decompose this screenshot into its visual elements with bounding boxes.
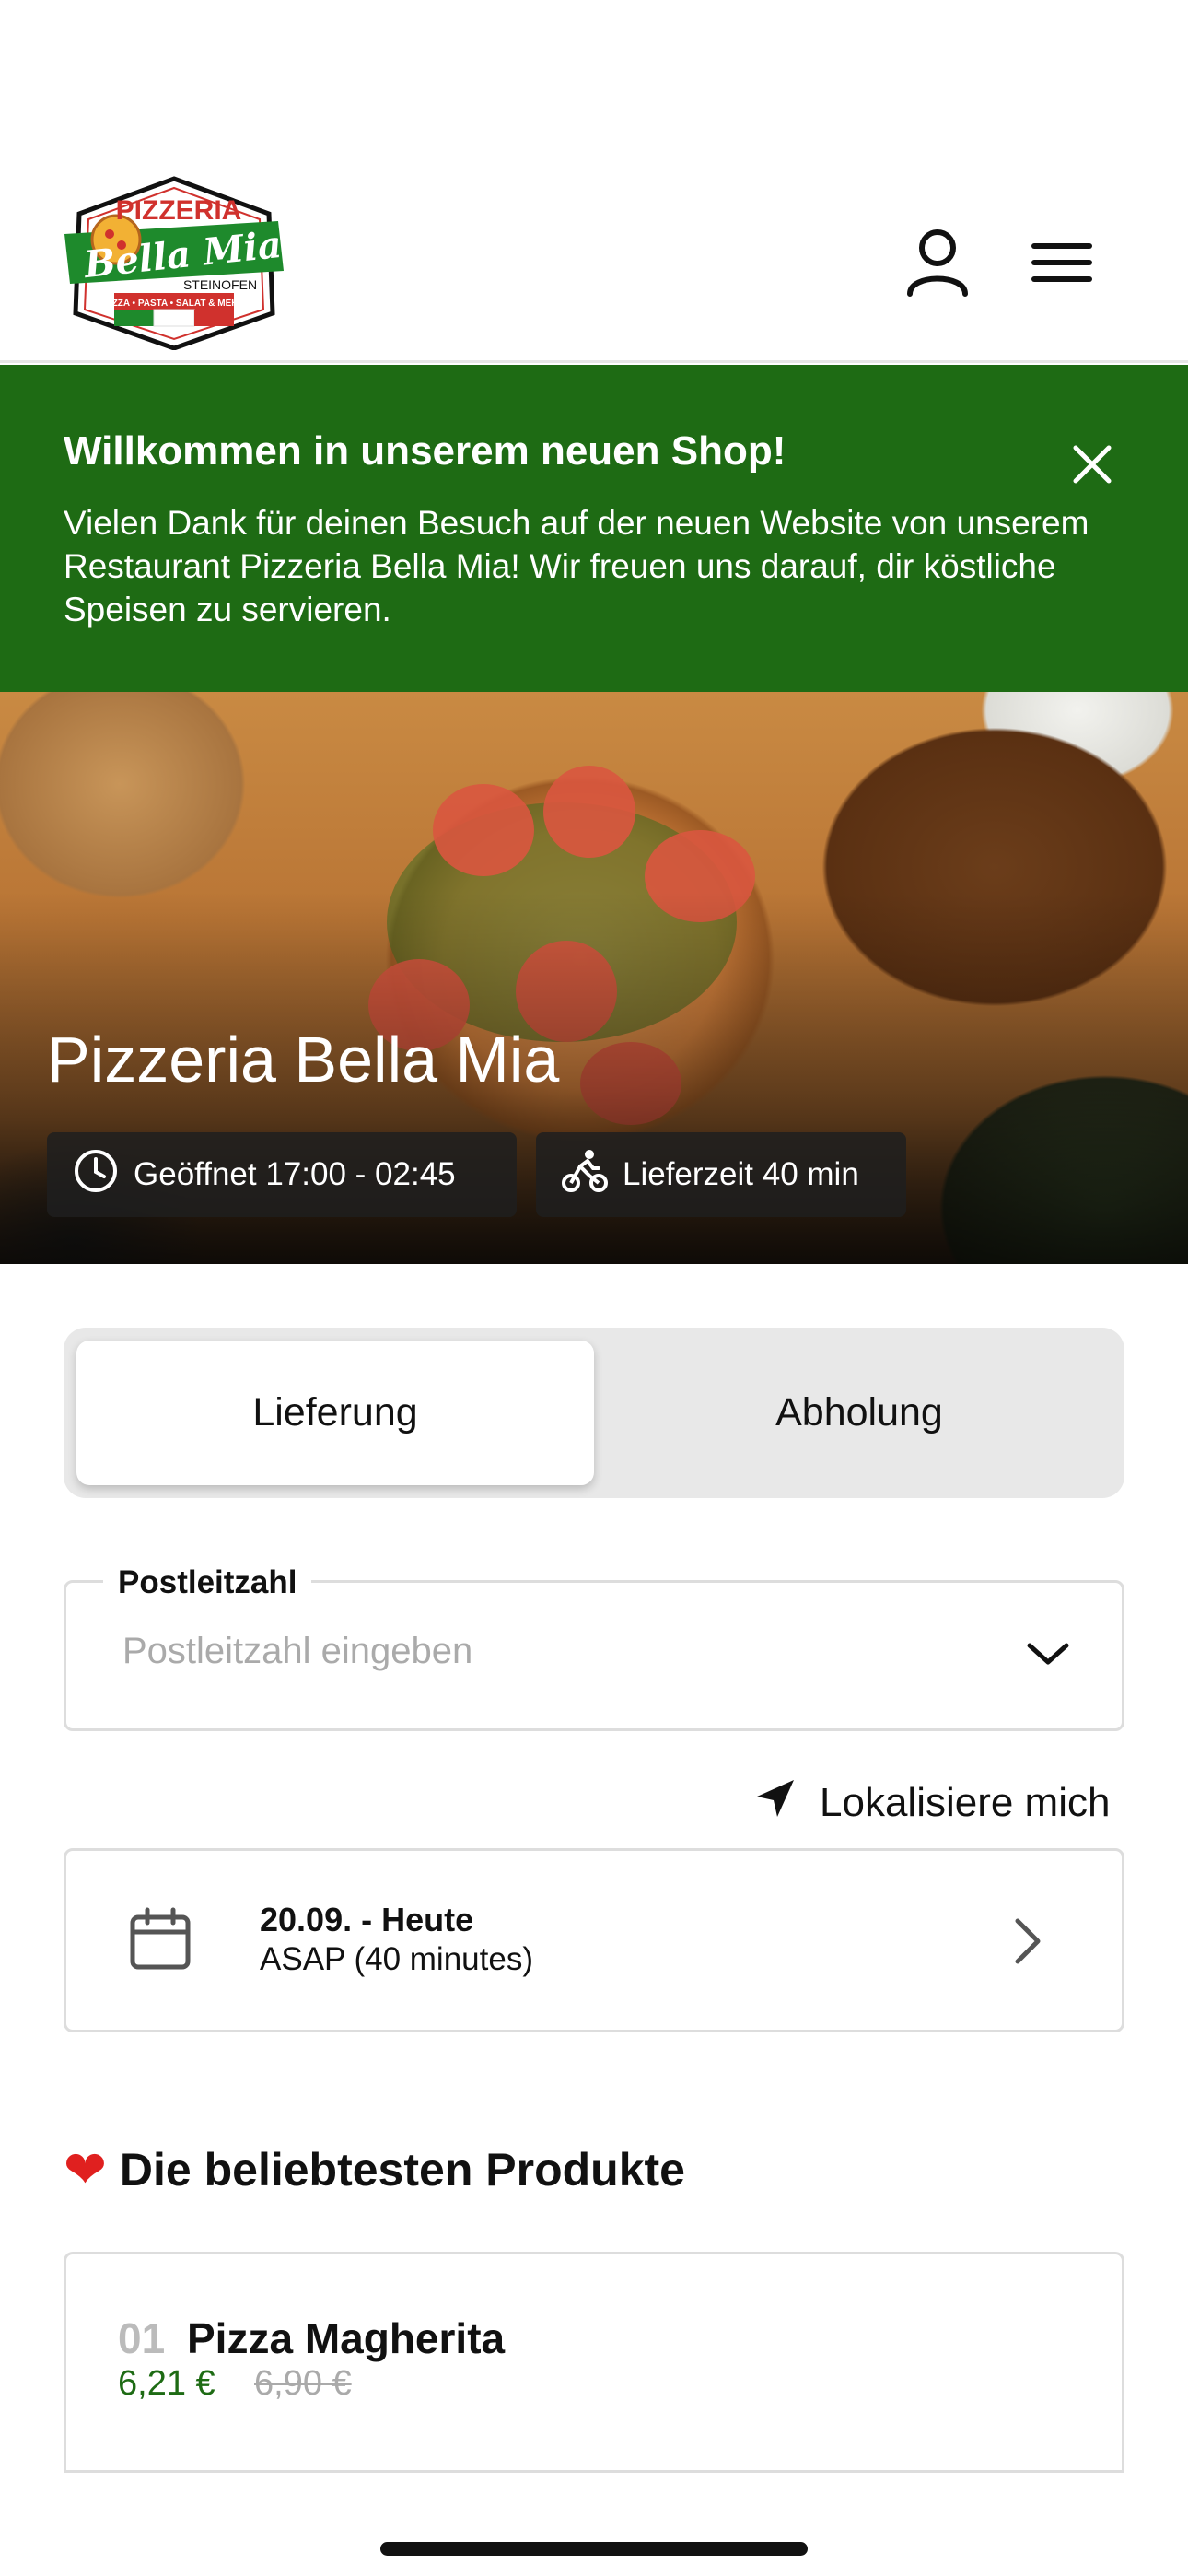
- popular-products-title: Die beliebtesten Produkte: [119, 2144, 685, 2195]
- svg-text:STEINOFEN: STEINOFEN: [183, 277, 257, 292]
- chevron-right-icon[interactable]: [1007, 1915, 1047, 1967]
- product-rank: 01: [118, 2314, 166, 2362]
- schedule-time: ASAP (40 minutes): [260, 1941, 533, 1977]
- locate-me-label: Lokalisiere mich: [820, 1780, 1111, 1825]
- product-price: 6,21 €: [118, 2364, 215, 2403]
- pizzeria-logo[interactable]: PIZZERIA Bella Mia STEINOFEN PIZZA • PAS…: [59, 175, 289, 351]
- banner-title: Willkommen in unserem neuen Shop!: [64, 428, 786, 474]
- locate-me-button[interactable]: Lokalisiere mich: [755, 1774, 1110, 1832]
- delivery-time-text: Lieferzeit 40 min: [623, 1156, 859, 1192]
- app-header: PIZZERIA Bella Mia STEINOFEN PIZZA • PAS…: [0, 0, 1188, 363]
- postcode-label: Postleitzahl: [103, 1564, 312, 1601]
- home-indicator[interactable]: [380, 2542, 808, 2556]
- list-divider: [64, 2470, 1124, 2473]
- chevron-down-icon[interactable]: [1020, 1631, 1076, 1677]
- tab-pickup[interactable]: Abholung: [600, 1341, 1118, 1485]
- product-old-price: 6,90 €: [254, 2364, 352, 2403]
- delivery-schedule-card[interactable]: [64, 1848, 1124, 2032]
- tab-delivery[interactable]: Lieferung: [76, 1341, 594, 1485]
- heart-icon: ❤: [64, 2140, 107, 2198]
- opening-hours-chip: Geöffnet 17:00 - 02:45: [47, 1132, 517, 1217]
- opening-hours-text: Geöffnet 17:00 - 02:45: [134, 1156, 456, 1192]
- hamburger-menu-icon[interactable]: [1025, 226, 1099, 299]
- clock-icon: [73, 1148, 119, 1202]
- banner-text: Vielen Dank für deinen Besuch auf der ne…: [64, 504, 1089, 628]
- close-icon[interactable]: [1065, 437, 1120, 492]
- bicycle-courier-icon: [562, 1148, 608, 1202]
- location-arrow-icon: [755, 1778, 796, 1829]
- bottom-safe-area: [0, 2482, 1188, 2576]
- restaurant-name: Pizzeria Bella Mia: [47, 1024, 560, 1095]
- postcode-input[interactable]: [122, 1631, 951, 1672]
- calendar-icon: [127, 1906, 193, 1973]
- svg-text:PIZZERIA: PIZZERIA: [116, 195, 242, 226]
- schedule-date: 20.09. - Heute: [260, 1901, 474, 1938]
- user-icon[interactable]: [901, 226, 974, 299]
- popular-products-heading: ❤ Die beliebtesten Produkte: [64, 2143, 685, 2196]
- delivery-time-chip: Lieferzeit 40 min: [536, 1132, 906, 1217]
- product-name: Pizza Magherita: [187, 2314, 506, 2362]
- svg-text:PIZZA • PASTA • SALAT & MEHR: PIZZA • PASTA • SALAT & MEHR: [103, 299, 245, 309]
